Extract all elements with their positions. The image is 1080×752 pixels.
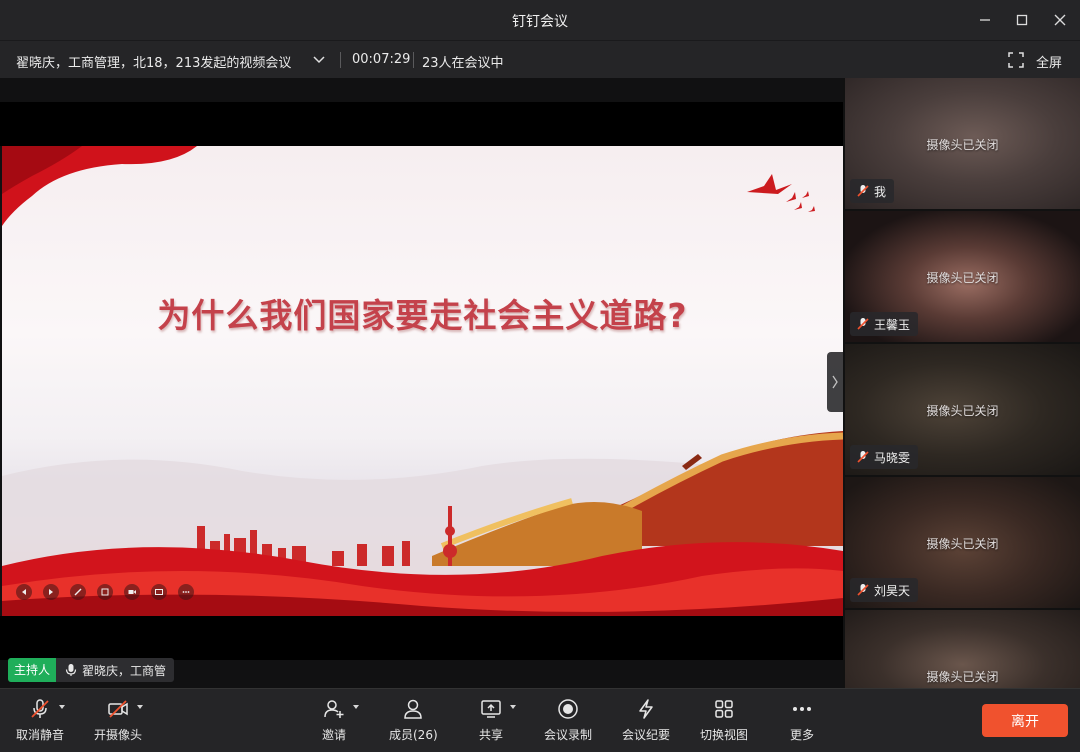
add-person-icon: [324, 700, 344, 718]
participant-name-tag: 马晓雯: [850, 445, 919, 469]
meeting-timer: 00:07:29: [352, 52, 411, 67]
video-icon[interactable]: [124, 584, 140, 600]
participant-tile[interactable]: 摄像头已关闭 马晓雯: [845, 344, 1080, 475]
camera-off-icon: [108, 700, 128, 718]
ai-minutes-icon: [639, 699, 653, 719]
record-icon: [558, 699, 578, 719]
chevron-right-icon: [832, 375, 838, 389]
collapse-panel-button[interactable]: [827, 352, 843, 412]
caret-down-icon[interactable]: [510, 705, 516, 709]
participant-name: 马晓雯: [874, 450, 911, 465]
participant-count[interactable]: 23人在会议中: [422, 52, 504, 71]
minutes-button[interactable]: 会议纪要: [622, 697, 670, 743]
meeting-title[interactable]: 翟晓庆，工商管理，北18，213发起的视频会议: [16, 52, 291, 71]
muted-mic-icon: [857, 185, 869, 197]
caret-down-icon[interactable]: [59, 705, 65, 709]
meeting-info-bar: 翟晓庆，工商管理，北18，213发起的视频会议 00:07:29 23人在会议中…: [0, 40, 1080, 78]
meeting-toolbar: 取消静音 开摄像头 邀请 成员(26) 共享 会议录制 会议纪要 切换视图 更多…: [0, 688, 1080, 752]
active-speaker-tag: 主持人 翟晓庆，工商管: [8, 658, 175, 682]
divider: [340, 52, 341, 68]
muted-mic-icon: [857, 451, 869, 463]
pen-icon[interactable]: [70, 584, 86, 600]
host-name: 翟晓庆，工商管: [82, 663, 167, 678]
participant-panel: 摄像头已关闭 我 摄像头已关闭 王馨玉 摄像头已关闭 马晓雯 摄像头已关闭 刘昊…: [843, 78, 1080, 688]
camera-off-label: 摄像头已关闭: [926, 271, 999, 285]
muted-mic-icon: [857, 318, 869, 330]
record-label: 会议录制: [544, 728, 593, 742]
more-icon: [793, 707, 811, 711]
minutes-label: 会议纪要: [622, 728, 671, 742]
fullscreen-button[interactable]: 全屏: [1036, 52, 1062, 71]
switch-view-label: 切换视图: [700, 728, 749, 742]
camera-off-label: 摄像头已关闭: [926, 138, 999, 152]
shared-screen-stage: 为什么我们国家要走社会主义道路?: [0, 78, 843, 688]
record-button[interactable]: 会议录制: [544, 697, 592, 743]
grid-view-icon: [715, 700, 733, 718]
leave-button[interactable]: 离开: [982, 704, 1068, 737]
participant-name-tag: 刘昊天: [850, 578, 919, 602]
previous-slide-icon[interactable]: [16, 584, 32, 600]
muted-microphone-icon: [31, 699, 49, 718]
zoom-icon[interactable]: [97, 584, 113, 600]
share-label: 共享: [478, 728, 503, 742]
members-button[interactable]: 成员(26): [389, 697, 438, 743]
invite-label: 邀请: [321, 728, 346, 742]
share-button[interactable]: 共享: [478, 697, 516, 743]
members-icon: [404, 699, 423, 719]
participant-name: 我: [874, 184, 887, 199]
camera-off-label: 摄像头已关闭: [926, 670, 999, 684]
switch-view-button[interactable]: 切换视图: [700, 697, 748, 743]
window-title: 钉钉会议: [512, 14, 568, 30]
invite-button[interactable]: 邀请: [321, 697, 359, 743]
presentation-slide: 为什么我们国家要走社会主义道路?: [2, 146, 843, 616]
unmute-button[interactable]: 取消静音: [16, 697, 65, 743]
participant-tile[interactable]: 摄像头已关闭 我: [845, 78, 1080, 209]
minimize-button[interactable]: [973, 8, 997, 32]
camera-off-label: 摄像头已关闭: [926, 404, 999, 418]
more-label: 更多: [789, 728, 814, 742]
muted-mic-icon: [857, 584, 869, 596]
microphone-icon: [65, 664, 77, 676]
participant-tile[interactable]: 摄像头已关闭 王馨玉: [845, 211, 1080, 342]
title-bar: 钉钉会议: [0, 0, 1080, 40]
maximize-button[interactable]: [1010, 8, 1034, 32]
letterbox-top: [0, 102, 843, 146]
chevron-down-icon[interactable]: [310, 51, 328, 69]
unmute-label: 取消静音: [16, 728, 65, 742]
camera-button[interactable]: 开摄像头: [94, 697, 143, 743]
close-button[interactable]: [1048, 8, 1072, 32]
more-button[interactable]: 更多: [789, 697, 815, 743]
participant-tile[interactable]: 摄像头已关闭: [845, 610, 1080, 688]
participant-name: 刘昊天: [874, 583, 911, 598]
participant-name-tag: 我: [850, 179, 895, 203]
caret-down-icon[interactable]: [353, 705, 359, 709]
slide-artwork: [2, 146, 843, 616]
divider: [413, 52, 414, 68]
slide-controls: [16, 584, 194, 600]
participant-tile[interactable]: 摄像头已关闭 刘昊天: [845, 477, 1080, 608]
caret-down-icon[interactable]: [137, 705, 143, 709]
next-slide-icon[interactable]: [43, 584, 59, 600]
host-badge: 主持人: [8, 658, 57, 682]
more-options-icon[interactable]: [178, 584, 194, 600]
camera-off-label: 摄像头已关闭: [926, 537, 999, 551]
slide-title: 为什么我们国家要走社会主义道路?: [157, 296, 688, 335]
fullscreen-icon[interactable]: [1008, 52, 1024, 68]
participant-name: 王馨玉: [874, 317, 911, 332]
letterbox-bottom: [0, 616, 843, 660]
camera-label: 开摄像头: [94, 728, 143, 742]
members-label: 成员(26): [389, 728, 438, 742]
subtitles-icon[interactable]: [151, 584, 167, 600]
screen-share-icon: [481, 700, 501, 718]
participant-name-tag: 王馨玉: [850, 312, 919, 336]
